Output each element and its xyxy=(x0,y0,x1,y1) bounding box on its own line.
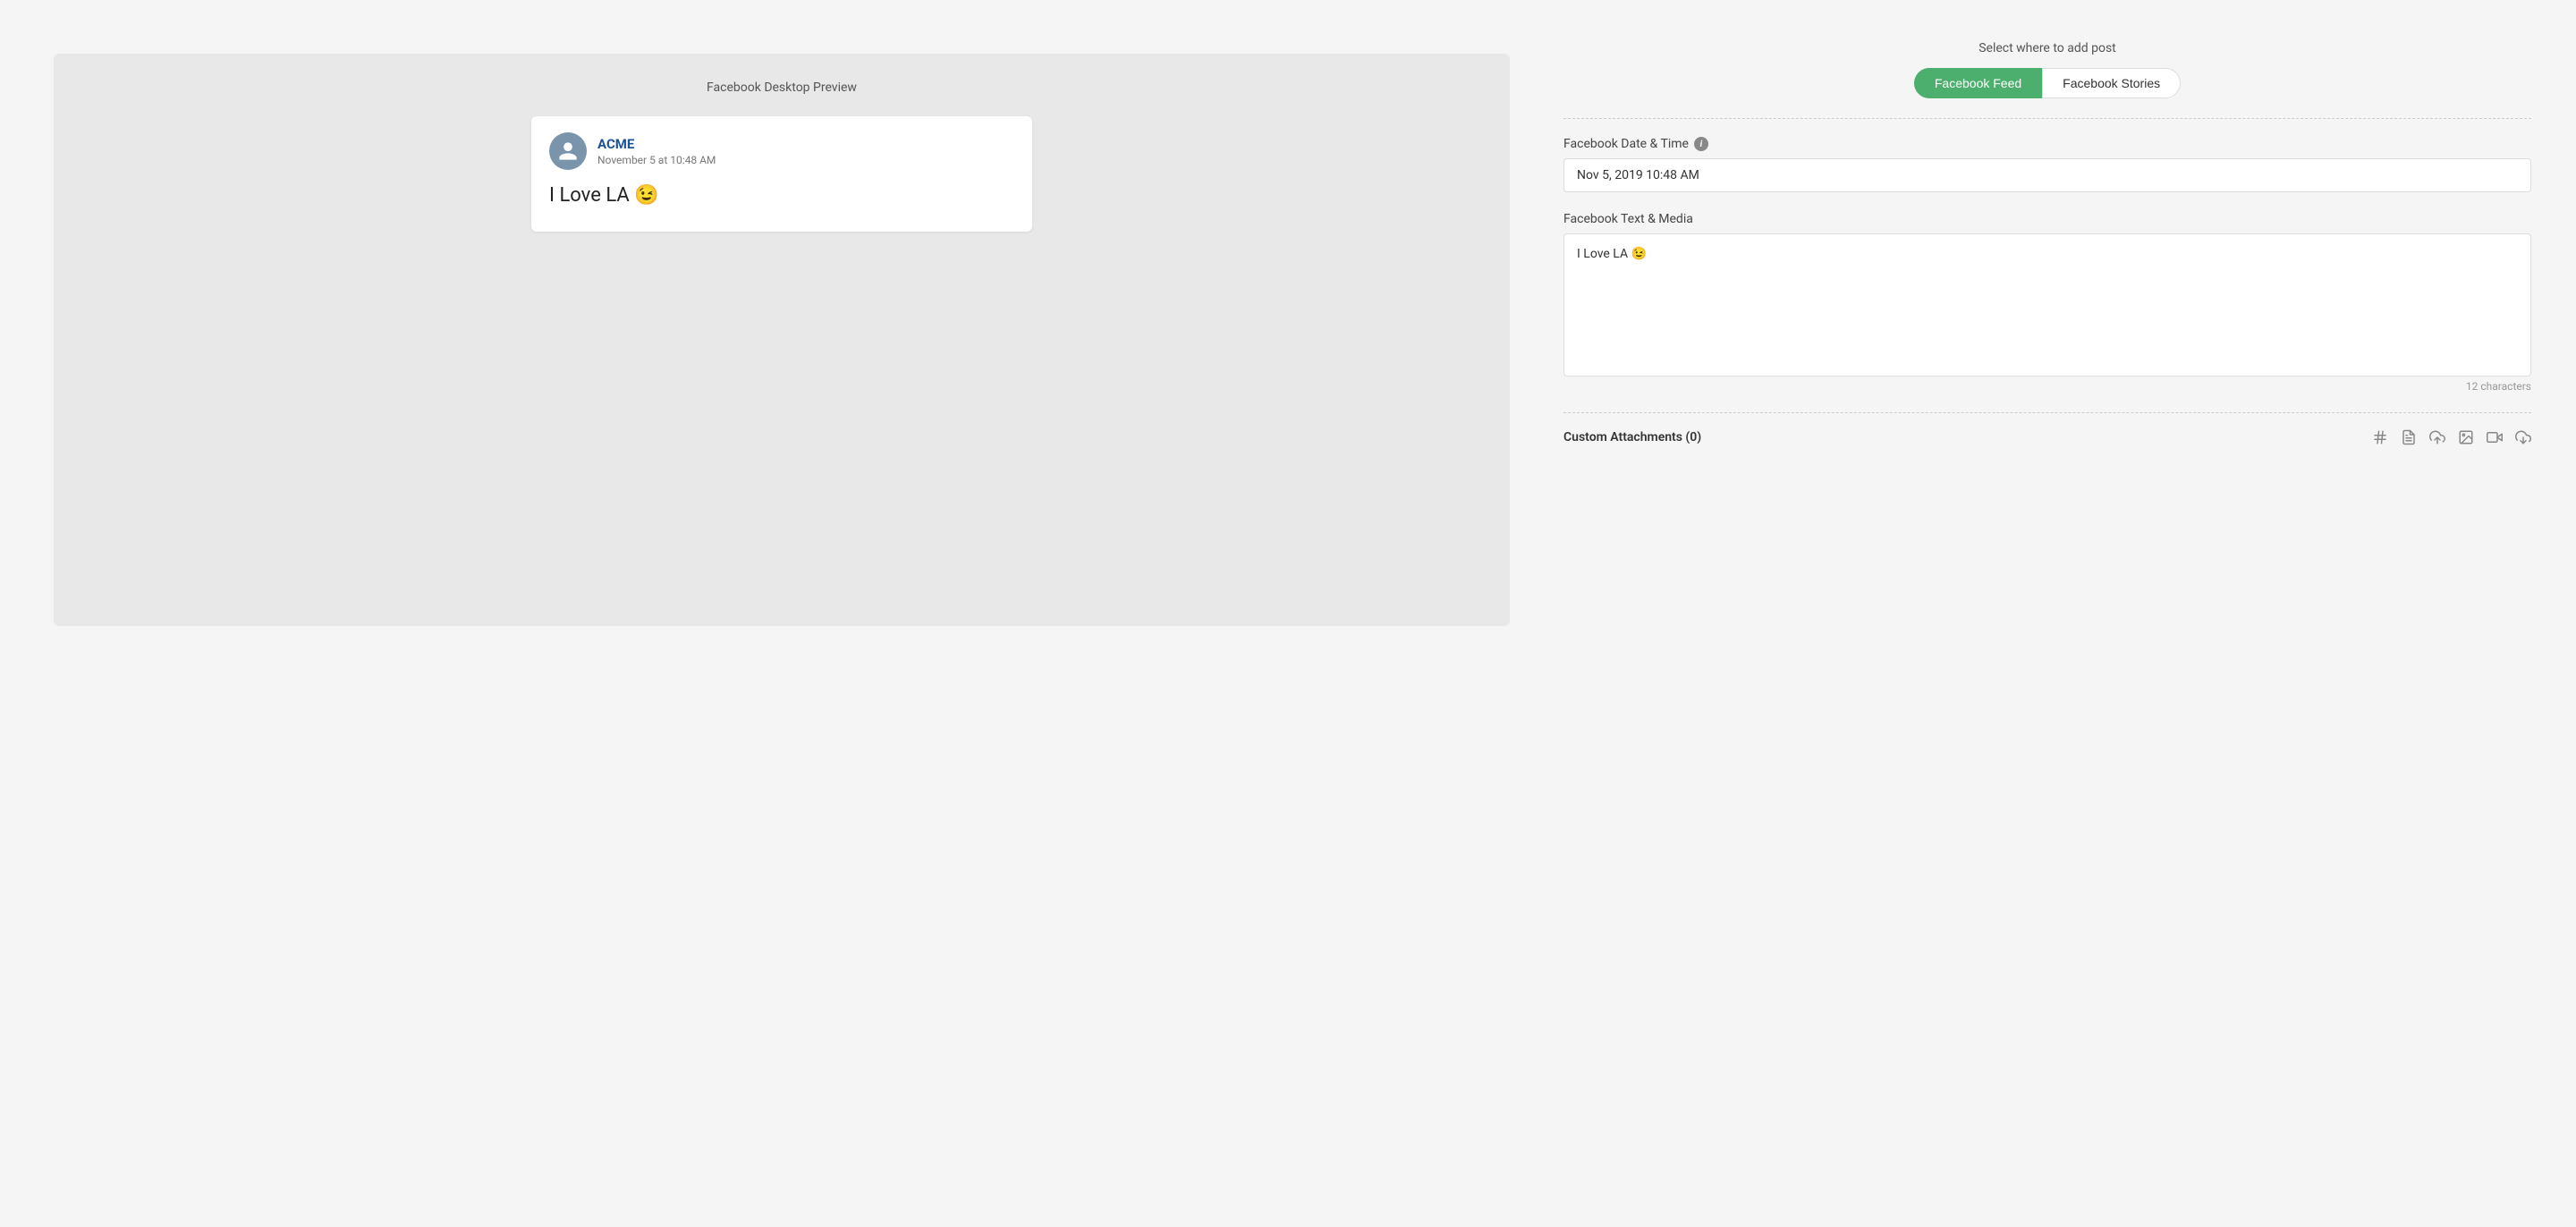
select-where-label: Select where to add post xyxy=(1563,41,2531,55)
user-icon xyxy=(557,140,579,162)
note-icon[interactable] xyxy=(2401,429,2417,445)
toggle-button-group: Facebook Feed Facebook Stories xyxy=(1563,68,2531,98)
divider-2 xyxy=(1563,412,2531,413)
post-meta: ACME November 5 at 10:48 AM xyxy=(597,136,716,166)
avatar xyxy=(549,132,587,170)
video-icon[interactable] xyxy=(2487,429,2503,445)
facebook-stories-button[interactable]: Facebook Stories xyxy=(2042,68,2181,98)
image-icon[interactable] xyxy=(2458,429,2474,445)
post-author: ACME xyxy=(597,136,716,152)
info-icon[interactable]: i xyxy=(1694,137,1708,151)
char-count: 12 characters xyxy=(1563,380,2531,393)
facebook-post-card: ACME November 5 at 10:48 AM I Love LA 😉 xyxy=(531,116,1032,232)
date-input[interactable]: Nov 5, 2019 10:48 AM xyxy=(1563,158,2531,192)
post-timestamp: November 5 at 10:48 AM xyxy=(597,154,716,166)
left-panel: Facebook Desktop Preview ACME November 5… xyxy=(0,32,1546,1195)
date-label-text: Facebook Date & Time xyxy=(1563,137,1689,151)
post-header: ACME November 5 at 10:48 AM xyxy=(549,132,1014,170)
download-icon[interactable] xyxy=(2515,429,2531,445)
post-body: I Love LA 😉 xyxy=(549,182,1014,210)
right-panel: Select where to add post Facebook Feed F… xyxy=(1546,32,2576,1195)
custom-attachments-row: Custom Attachments (0) xyxy=(1563,429,2531,445)
hashtag-icon[interactable] xyxy=(2372,429,2388,445)
upload-icon[interactable] xyxy=(2429,429,2445,445)
attachment-icons xyxy=(2372,429,2531,445)
date-field-label: Facebook Date & Time i xyxy=(1563,137,2531,151)
facebook-feed-button[interactable]: Facebook Feed xyxy=(1914,68,2042,98)
text-media-label: Facebook Text & Media xyxy=(1563,212,2531,226)
custom-attachments-label: Custom Attachments (0) xyxy=(1563,430,1701,444)
text-media-box[interactable]: I Love LA 😉 xyxy=(1563,233,2531,377)
divider-1 xyxy=(1563,118,2531,119)
preview-label: Facebook Desktop Preview xyxy=(80,80,1483,95)
preview-container: Facebook Desktop Preview ACME November 5… xyxy=(54,54,1510,626)
text-media-content: I Love LA 😉 xyxy=(1577,245,2518,264)
